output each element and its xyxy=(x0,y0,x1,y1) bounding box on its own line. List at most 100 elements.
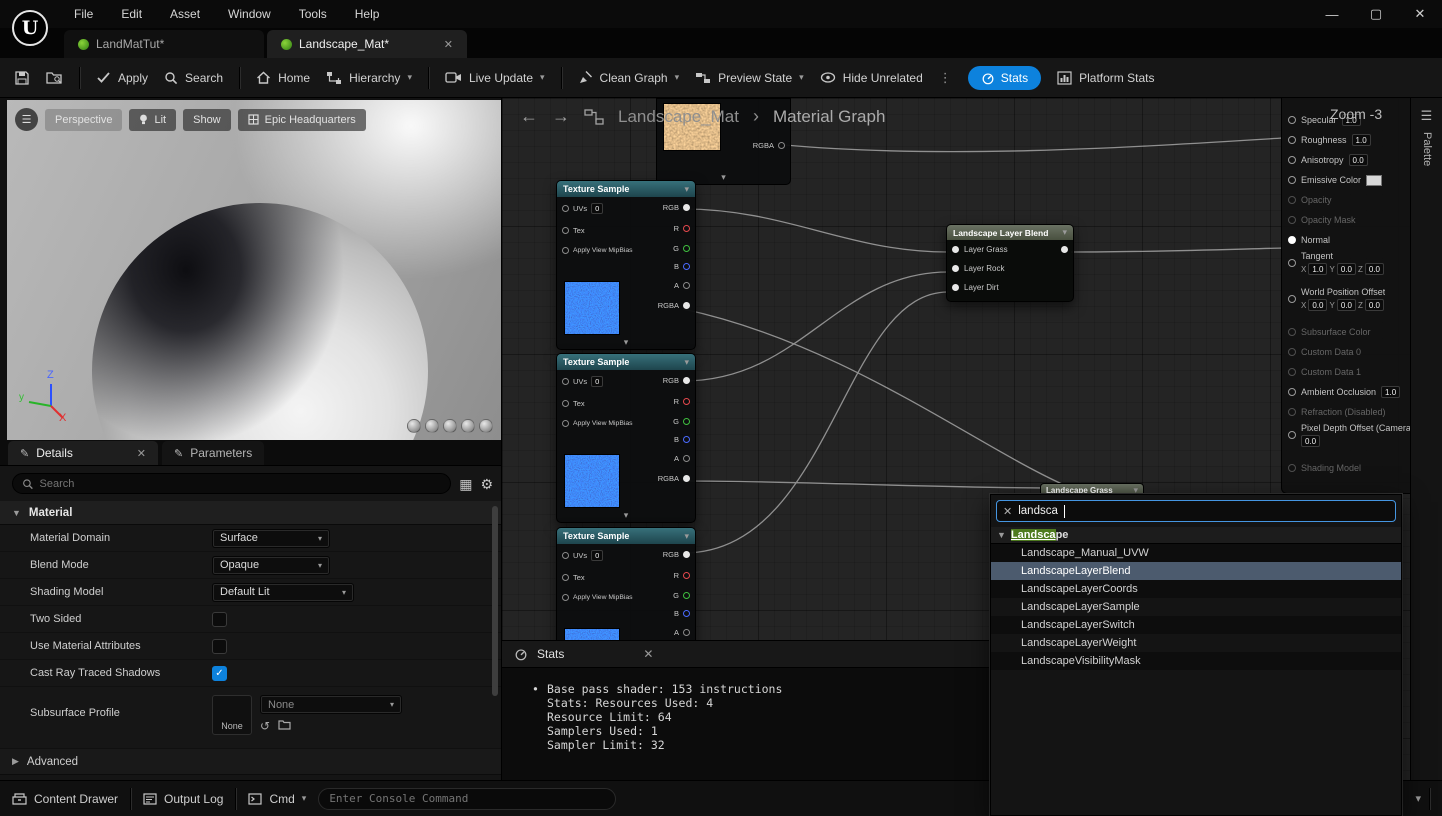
preview-shape-cylinder-icon[interactable] xyxy=(407,419,421,433)
output-pin-a[interactable] xyxy=(683,455,690,462)
material-domain-dropdown[interactable]: Surface ▾ xyxy=(212,528,330,548)
blend-mode-dropdown[interactable]: Opaque ▾ xyxy=(212,555,330,575)
output-pin-g[interactable] xyxy=(683,418,690,425)
viewport-menu-icon[interactable]: ☰ xyxy=(15,108,38,131)
chevron-down-icon[interactable]: ▾ xyxy=(1062,227,1067,238)
node-header[interactable]: Texture Sample ▾ xyxy=(557,528,695,544)
subsurface-profile-dropdown[interactable]: None ▾ xyxy=(260,695,402,714)
value-box[interactable]: 1.0 xyxy=(1351,134,1371,146)
preview-shape-cube-icon[interactable] xyxy=(461,419,475,433)
node-search-result[interactable]: Landscape_Manual_UVW xyxy=(991,544,1401,562)
environment-button[interactable]: Epic Headquarters xyxy=(237,108,366,131)
input-pin-uvs[interactable] xyxy=(562,205,569,212)
console-command-box[interactable] xyxy=(318,787,617,810)
input-pin[interactable] xyxy=(1288,328,1296,336)
input-pin[interactable] xyxy=(1288,196,1296,204)
search-button[interactable]: Search xyxy=(164,71,223,85)
perspective-button[interactable]: Perspective xyxy=(45,108,123,131)
details-scrollbar[interactable] xyxy=(492,506,498,696)
preview-viewport[interactable]: ☰ Perspective Lit Show Epic Headquarters… xyxy=(7,100,501,440)
input-pin[interactable] xyxy=(1288,431,1296,439)
section-header-material[interactable]: ▼ Material xyxy=(0,501,501,525)
tab-landscape-mat[interactable]: Landscape_Mat* ✕ xyxy=(267,30,467,58)
lit-mode-button[interactable]: Lit xyxy=(129,108,177,131)
chevron-down-icon[interactable]: ▾ xyxy=(684,531,689,542)
tab-parameters[interactable]: ✎ Parameters xyxy=(162,441,265,465)
node-search-result[interactable]: LandscapeLayerCoords xyxy=(991,580,1401,598)
output-pin-r[interactable] xyxy=(683,225,690,232)
console-command-input[interactable] xyxy=(329,792,606,805)
node-search-result[interactable]: LandscapeLayerSwitch xyxy=(991,616,1401,634)
output-pin-b[interactable] xyxy=(683,263,690,270)
section-header-advanced[interactable]: ▶ Advanced xyxy=(0,749,501,775)
stats-toggle-button[interactable]: Stats xyxy=(967,65,1042,90)
minimize-icon[interactable]: — xyxy=(1310,0,1354,28)
input-pin-uvs[interactable] xyxy=(562,552,569,559)
input-pin[interactable] xyxy=(1288,348,1296,356)
home-button[interactable]: Home xyxy=(256,71,310,85)
platform-stats-button[interactable]: Platform Stats xyxy=(1057,71,1154,85)
menu-edit[interactable]: Edit xyxy=(109,3,154,25)
input-pin-tex[interactable] xyxy=(562,400,569,407)
uvs-value-box[interactable]: 0 xyxy=(591,376,604,387)
node-search-result[interactable]: LandscapeVisibilityMask xyxy=(991,652,1401,670)
node-header[interactable]: Landscape Layer Blend ▾ xyxy=(947,225,1073,240)
menu-window[interactable]: Window xyxy=(216,3,283,25)
output-log-button[interactable]: Output Log xyxy=(143,792,223,806)
input-pin[interactable] xyxy=(1288,176,1296,184)
use-material-attributes-checkbox[interactable] xyxy=(212,638,227,654)
output-pin-rgb[interactable] xyxy=(683,377,690,384)
output-pin-g[interactable] xyxy=(683,592,690,599)
menu-file[interactable]: File xyxy=(62,3,105,25)
input-pin-normal[interactable] xyxy=(1288,236,1296,244)
node-header[interactable]: Texture Sample ▾ xyxy=(557,354,695,370)
input-pin[interactable] xyxy=(1288,136,1296,144)
content-drawer-button[interactable]: Content Drawer xyxy=(12,792,118,806)
output-pin[interactable] xyxy=(1061,246,1068,253)
nav-forward-icon[interactable]: → xyxy=(552,106,570,127)
texture-sample-node[interactable]: Texture Sample ▾ UVs 0 Tex Apply View Mip… xyxy=(556,353,696,523)
hierarchy-button[interactable]: Hierarchy ▾ xyxy=(326,71,412,85)
node-search-result[interactable]: LandscapeLayerSample xyxy=(991,598,1401,616)
input-pin-uvs[interactable] xyxy=(562,378,569,385)
show-menu-button[interactable]: Show xyxy=(183,108,231,131)
palette-tab[interactable]: Palette xyxy=(1421,132,1433,166)
preview-state-button[interactable]: Preview State ▾ xyxy=(695,71,804,85)
input-pin-mipbias[interactable] xyxy=(562,594,569,601)
input-pin[interactable] xyxy=(1288,116,1296,124)
value-box[interactable]: 0.0 xyxy=(1336,263,1356,275)
tab-close-icon[interactable]: ✕ xyxy=(444,38,453,51)
cast-ray-traced-shadows-checkbox[interactable]: ✓ xyxy=(212,665,227,681)
output-pin-r[interactable] xyxy=(683,572,690,579)
node-search-result[interactable]: LandscapeLayerWeight xyxy=(991,634,1401,652)
cmd-dropdown[interactable]: Cmd ▾ xyxy=(248,792,306,806)
menu-help[interactable]: Help xyxy=(343,3,392,25)
two-sided-checkbox[interactable] xyxy=(212,611,227,627)
tab-close-icon[interactable]: ✕ xyxy=(137,447,146,460)
node-header[interactable]: Texture Sample ▾ xyxy=(557,181,695,197)
category-landscape[interactable]: ▼ Landscape xyxy=(991,527,1401,544)
browse-asset-icon[interactable] xyxy=(278,719,291,733)
menu-tools[interactable]: Tools xyxy=(287,3,339,25)
browse-to-asset-button[interactable] xyxy=(46,70,63,85)
live-update-button[interactable]: Live Update ▾ xyxy=(445,71,545,85)
value-box[interactable]: 1.0 xyxy=(1381,386,1401,398)
input-pin[interactable] xyxy=(1288,216,1296,224)
input-pin[interactable] xyxy=(1288,259,1296,267)
node-search-result-selected[interactable]: LandscapeLayerBlend xyxy=(991,562,1401,580)
clean-graph-button[interactable]: Clean Graph ▾ xyxy=(578,70,679,85)
node-search-input[interactable]: landsca xyxy=(1018,505,1058,517)
stats-panel-header[interactable]: Stats ✕ xyxy=(502,641,989,668)
input-pin[interactable] xyxy=(1288,388,1296,396)
value-box[interactable]: 0.0 xyxy=(1348,154,1368,166)
menu-asset[interactable]: Asset xyxy=(158,3,212,25)
unreal-logo[interactable]: U xyxy=(12,10,48,46)
uvs-value-box[interactable]: 0 xyxy=(591,550,604,561)
overflow-menu-icon[interactable]: ⋮ xyxy=(939,70,952,86)
display-filter-icon[interactable]: ▦ xyxy=(459,477,472,491)
output-pin-r[interactable] xyxy=(683,398,690,405)
save-button[interactable] xyxy=(14,70,30,86)
hide-unrelated-button[interactable]: Hide Unrelated xyxy=(820,71,923,85)
output-pin-rgb[interactable] xyxy=(683,204,690,211)
chevron-down-icon[interactable]: ▾ xyxy=(684,357,689,368)
